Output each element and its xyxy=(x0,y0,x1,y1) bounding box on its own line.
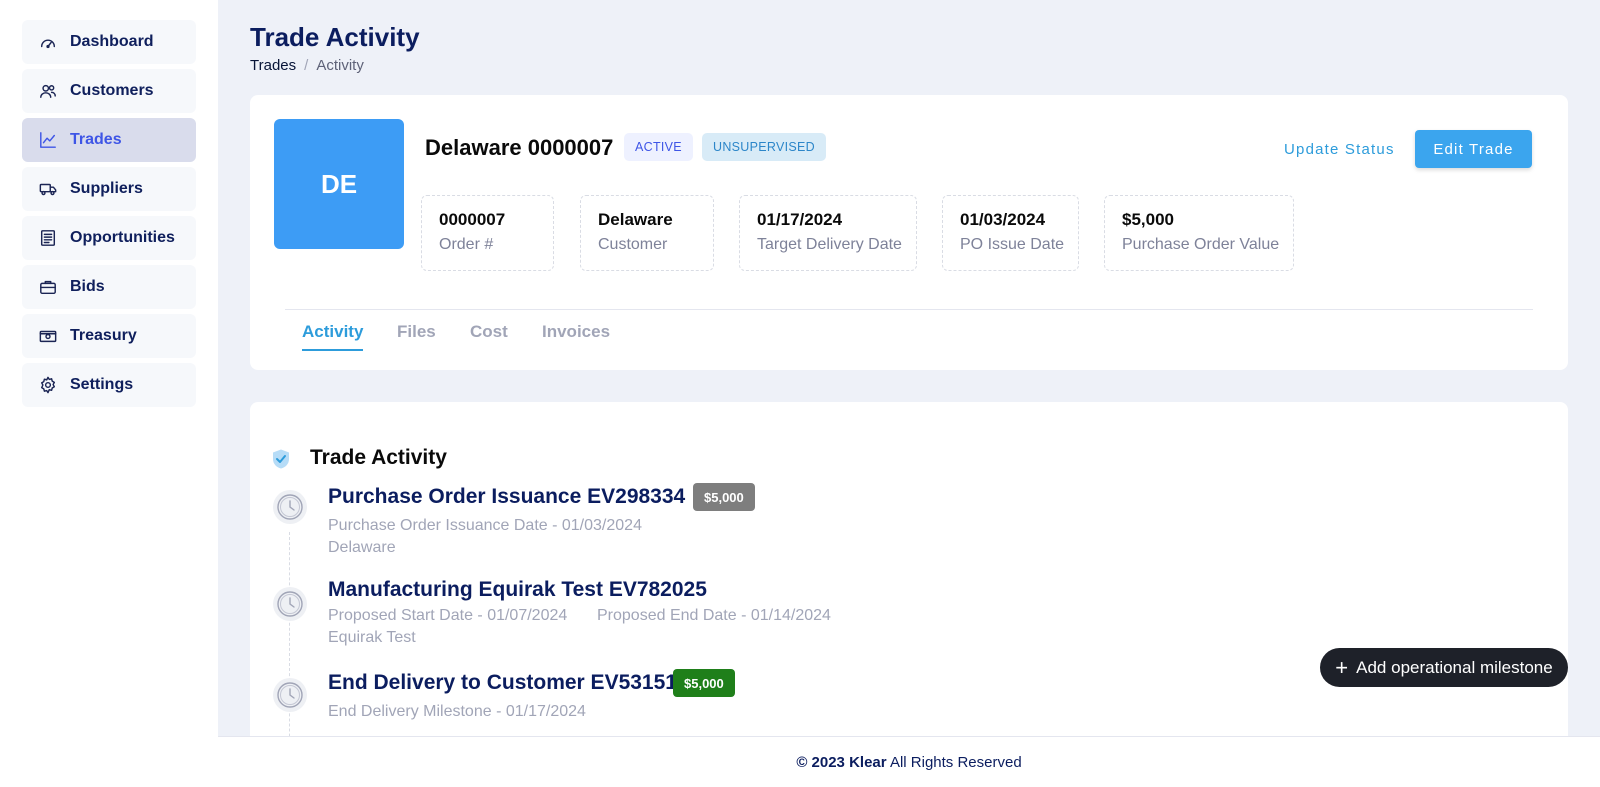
tab-invoices[interactable]: Invoices xyxy=(542,322,610,342)
stat-label: Customer xyxy=(598,236,668,253)
timeline-item-title[interactable]: Manufacturing Equirak Test EV782025 xyxy=(328,578,707,602)
sidebar-item-suppliers[interactable]: Suppliers xyxy=(22,167,196,211)
stat-label: Purchase Order Value xyxy=(1122,236,1280,253)
users-icon xyxy=(38,81,58,101)
tab-files[interactable]: Files xyxy=(397,322,436,342)
sidebar-item-label: Opportunities xyxy=(70,229,175,246)
stat-target-delivery-date: 01/17/2024 Target Delivery Date xyxy=(739,195,917,271)
trade-avatar: DE xyxy=(274,119,404,249)
timeline-item-title[interactable]: Purchase Order Issuance EV298334 xyxy=(328,485,685,509)
clock-icon xyxy=(273,587,307,621)
sidebar-item-label: Dashboard xyxy=(70,33,154,50)
plus-icon: + xyxy=(1335,654,1349,680)
stat-label: PO Issue Date xyxy=(960,236,1065,253)
sidebar-item-label: Suppliers xyxy=(70,180,143,197)
sidebar-item-label: Customers xyxy=(70,82,154,99)
timeline-item-start-date: Proposed Start Date - 01/07/2024 xyxy=(328,607,568,624)
breadcrumb-separator: / xyxy=(304,57,309,74)
chart-line-icon xyxy=(38,130,58,150)
footer: © 2023 Klear All Rights Reserved xyxy=(218,736,1600,787)
copyright-year: © 2023 xyxy=(796,753,845,771)
stat-value: 01/17/2024 xyxy=(757,210,843,229)
sidebar: Dashboard Customers Trades Suppliers Opp… xyxy=(0,0,218,787)
timeline-item-date: End Delivery Milestone - 01/17/2024 xyxy=(328,703,586,720)
section-title: Trade Activity xyxy=(310,446,447,469)
stat-label: Order # xyxy=(439,236,494,253)
clock-icon xyxy=(273,490,307,524)
sidebar-item-label: Settings xyxy=(70,376,134,393)
sidebar-item-trades[interactable]: Trades xyxy=(22,118,196,162)
status-badge: ACTIVE xyxy=(624,133,693,161)
add-operational-milestone-button[interactable]: + Add operational milestone xyxy=(1320,648,1568,687)
timeline-item-end-date: Proposed End Date - 01/14/2024 xyxy=(597,607,831,624)
sidebar-item-opportunities[interactable]: Opportunities xyxy=(22,216,196,260)
update-status-button[interactable]: Update Status xyxy=(1284,141,1395,158)
stat-value: $5,000 xyxy=(1122,210,1174,229)
amount-badge: $5,000 xyxy=(673,669,735,697)
page-title: Trade Activity xyxy=(250,22,420,52)
edit-trade-button[interactable]: Edit Trade xyxy=(1415,130,1532,168)
amount-badge: $5,000 xyxy=(693,483,755,511)
add-milestone-label: Add operational milestone xyxy=(1356,657,1553,677)
trade-activity-card: Trade Activity Purchase Order Issuance E… xyxy=(250,402,1568,787)
active-tab-indicator xyxy=(302,349,363,351)
sidebar-item-label: Treasury xyxy=(70,327,137,344)
stat-value: 01/03/2024 xyxy=(960,210,1046,229)
stat-order-number: 0000007 Order # xyxy=(421,195,554,271)
sidebar-item-customers[interactable]: Customers xyxy=(22,69,196,113)
timeline-item-party: Delaware xyxy=(328,539,396,556)
clock-icon xyxy=(273,678,307,712)
truck-icon xyxy=(38,179,58,199)
breadcrumb-trades[interactable]: Trades xyxy=(250,57,296,74)
supervision-badge: UNSUPERVISED xyxy=(702,133,827,161)
stat-purchase-order-value: $5,000 Purchase Order Value xyxy=(1104,195,1294,271)
tab-activity[interactable]: Activity xyxy=(302,322,363,342)
sidebar-item-dashboard[interactable]: Dashboard xyxy=(22,20,196,64)
breadcrumb-activity: Activity xyxy=(316,57,364,74)
stat-value: 0000007 xyxy=(439,210,506,229)
gauge-icon xyxy=(38,32,58,52)
footer-copyright: © 2023 Klear All Rights Reserved xyxy=(796,754,1021,771)
sidebar-item-treasury[interactable]: Treasury xyxy=(22,314,196,358)
document-list-icon xyxy=(38,228,58,248)
footer-brand[interactable]: Klear xyxy=(849,754,887,771)
trade-summary-card: DE Delaware 0000007 ACTIVE UNSUPERVISED … xyxy=(250,95,1568,370)
stat-po-issue-date: 01/03/2024 PO Issue Date xyxy=(942,195,1079,271)
sidebar-item-bids[interactable]: Bids xyxy=(22,265,196,309)
timeline-item-title[interactable]: End Delivery to Customer EV53151 xyxy=(328,671,677,695)
footer-rights: All Rights Reserved xyxy=(889,753,1022,771)
trade-name: Delaware 0000007 xyxy=(425,135,614,160)
breadcrumb: Trades / Activity xyxy=(250,57,364,74)
sidebar-item-label: Bids xyxy=(70,278,105,295)
sidebar-item-label: Trades xyxy=(70,131,122,148)
stat-customer: Delaware Customer xyxy=(580,195,714,271)
stat-value: Delaware xyxy=(598,210,673,229)
briefcase-icon xyxy=(38,277,58,297)
sidebar-item-settings[interactable]: Settings xyxy=(22,363,196,407)
stat-label: Target Delivery Date xyxy=(757,236,902,253)
gear-icon xyxy=(38,375,58,395)
timeline-item-date: Purchase Order Issuance Date - 01/03/202… xyxy=(328,517,642,534)
timeline-item-party: Equirak Test xyxy=(328,629,416,646)
tabs-divider xyxy=(285,309,1533,310)
tab-cost[interactable]: Cost xyxy=(470,322,508,342)
cash-icon xyxy=(38,326,58,346)
shield-check-icon xyxy=(270,448,292,470)
